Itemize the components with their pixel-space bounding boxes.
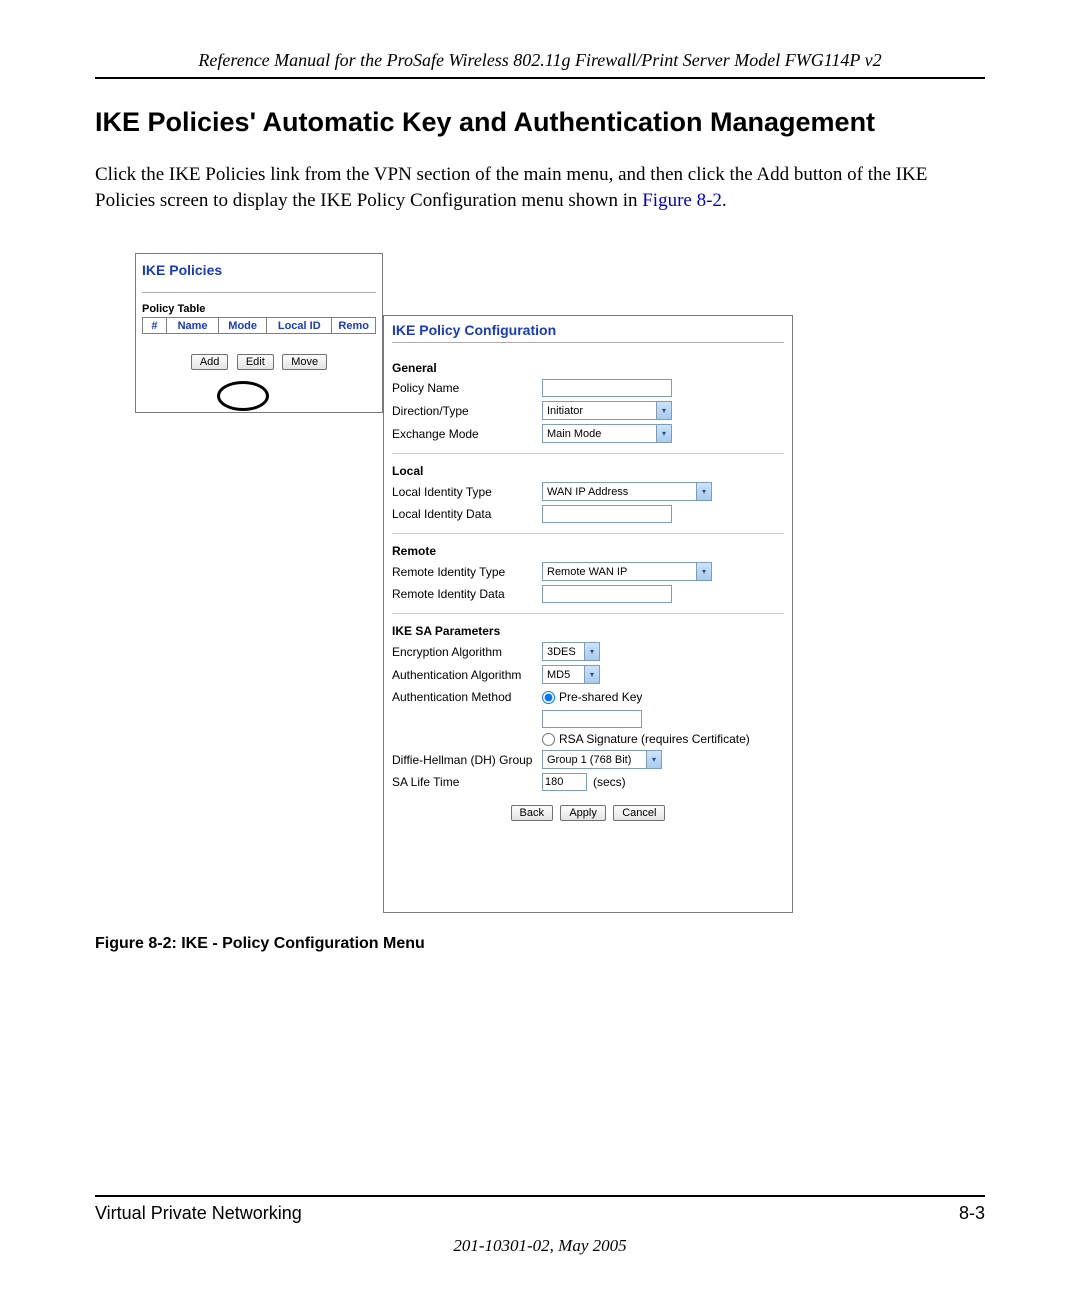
footer-docid: 201-10301-02, May 2005 — [0, 1236, 1080, 1256]
manual-header: Reference Manual for the ProSafe Wireles… — [95, 50, 985, 71]
remote-data-label: Remote Identity Data — [392, 587, 542, 601]
left-rule — [142, 292, 376, 293]
move-button[interactable]: Move — [282, 354, 327, 370]
exchange-value: Main Mode — [547, 428, 601, 440]
policy-name-input[interactable] — [542, 379, 672, 397]
header-rule — [95, 77, 985, 79]
life-input[interactable] — [542, 773, 587, 791]
auth-alg-select[interactable]: MD5 ▾ — [542, 665, 600, 684]
sa-header: IKE SA Parameters — [392, 624, 784, 638]
life-label: SA Life Time — [392, 775, 542, 789]
remote-header: Remote — [392, 544, 784, 558]
right-rule — [392, 342, 784, 343]
col-localid: Local ID — [267, 318, 332, 334]
edit-button[interactable]: Edit — [237, 354, 274, 370]
enc-label: Encryption Algorithm — [392, 645, 542, 659]
body-paragraph: Click the IKE Policies link from the VPN… — [95, 162, 985, 213]
psk-input[interactable] — [542, 710, 642, 728]
chevron-down-icon: ▾ — [584, 666, 599, 683]
psk-radio[interactable] — [542, 691, 555, 704]
col-num: # — [143, 318, 167, 334]
local-type-select[interactable]: WAN IP Address ▾ — [542, 482, 712, 501]
life-unit: (secs) — [593, 775, 626, 789]
local-data-input[interactable] — [542, 505, 672, 523]
table-header-row: # Name Mode Local ID Remo — [143, 318, 376, 334]
apply-button[interactable]: Apply — [560, 805, 606, 821]
col-remote: Remo — [332, 318, 376, 334]
enc-select[interactable]: 3DES ▾ — [542, 642, 600, 661]
body-text-2: . — [722, 190, 727, 211]
rsa-label: RSA Signature (requires Certificate) — [559, 732, 750, 746]
footer-rule — [95, 1195, 985, 1197]
add-button[interactable]: Add — [191, 354, 229, 370]
auth-alg-value: MD5 — [547, 669, 570, 681]
separator — [392, 533, 784, 534]
exchange-label: Exchange Mode — [392, 427, 542, 441]
rsa-radio[interactable] — [542, 733, 555, 746]
rsa-radio-row[interactable]: RSA Signature (requires Certificate) — [542, 732, 784, 746]
config-title: IKE Policy Configuration — [392, 322, 784, 338]
enc-value: 3DES — [547, 646, 576, 658]
chevron-down-icon: ▾ — [696, 563, 711, 580]
figure-link[interactable]: Figure 8-2 — [642, 190, 722, 211]
remote-type-value: Remote WAN IP — [547, 566, 627, 578]
col-mode: Mode — [219, 318, 267, 334]
direction-select[interactable]: Initiator ▾ — [542, 401, 672, 420]
exchange-select[interactable]: Main Mode ▾ — [542, 424, 672, 443]
policy-table: # Name Mode Local ID Remo — [142, 317, 376, 334]
separator — [392, 453, 784, 454]
dh-value: Group 1 (768 Bit) — [547, 754, 631, 766]
section-title: IKE Policies' Automatic Key and Authenti… — [95, 107, 985, 138]
chevron-down-icon: ▾ — [584, 643, 599, 660]
direction-value: Initiator — [547, 405, 583, 417]
policy-name-label: Policy Name — [392, 381, 542, 395]
auth-method-label: Authentication Method — [392, 690, 542, 704]
config-buttons: Back Apply Cancel — [392, 805, 784, 821]
local-type-label: Local Identity Type — [392, 485, 542, 499]
local-type-value: WAN IP Address — [547, 486, 628, 498]
auth-alg-label: Authentication Algorithm — [392, 668, 542, 682]
remote-type-label: Remote Identity Type — [392, 565, 542, 579]
body-text-1: Click the IKE Policies link from the VPN… — [95, 164, 927, 211]
separator — [392, 613, 784, 614]
left-button-row: Add Edit Move — [136, 352, 382, 370]
col-name: Name — [166, 318, 218, 334]
local-data-label: Local Identity Data — [392, 507, 542, 521]
psk-radio-row[interactable]: Pre-shared Key — [542, 690, 642, 704]
chevron-down-icon: ▾ — [656, 425, 671, 442]
remote-data-input[interactable] — [542, 585, 672, 603]
chevron-down-icon: ▾ — [656, 402, 671, 419]
back-button[interactable]: Back — [511, 805, 553, 821]
chevron-down-icon: ▾ — [696, 483, 711, 500]
ike-policy-config-panel: IKE Policy Configuration General Policy … — [383, 315, 793, 913]
psk-label: Pre-shared Key — [559, 690, 642, 704]
page-footer: Virtual Private Networking 8-3 — [95, 1195, 985, 1224]
dh-select[interactable]: Group 1 (768 Bit) ▾ — [542, 750, 662, 769]
chevron-down-icon: ▾ — [646, 751, 661, 768]
policy-table-label: Policy Table — [136, 303, 382, 315]
dh-label: Diffie-Hellman (DH) Group — [392, 753, 542, 767]
general-header: General — [392, 361, 784, 375]
local-header: Local — [392, 464, 784, 478]
footer-left: Virtual Private Networking — [95, 1203, 302, 1224]
figure-caption: Figure 8-2: IKE - Policy Configuration M… — [95, 935, 985, 953]
footer-right: 8-3 — [959, 1203, 985, 1224]
cancel-button[interactable]: Cancel — [613, 805, 665, 821]
direction-label: Direction/Type — [392, 404, 542, 418]
ike-policies-title: IKE Policies — [136, 254, 382, 292]
ike-policies-panel: IKE Policies Policy Table # Name Mode Lo… — [135, 253, 383, 413]
remote-type-select[interactable]: Remote WAN IP ▾ — [542, 562, 712, 581]
figure-container: IKE Policies Policy Table # Name Mode Lo… — [135, 253, 795, 913]
